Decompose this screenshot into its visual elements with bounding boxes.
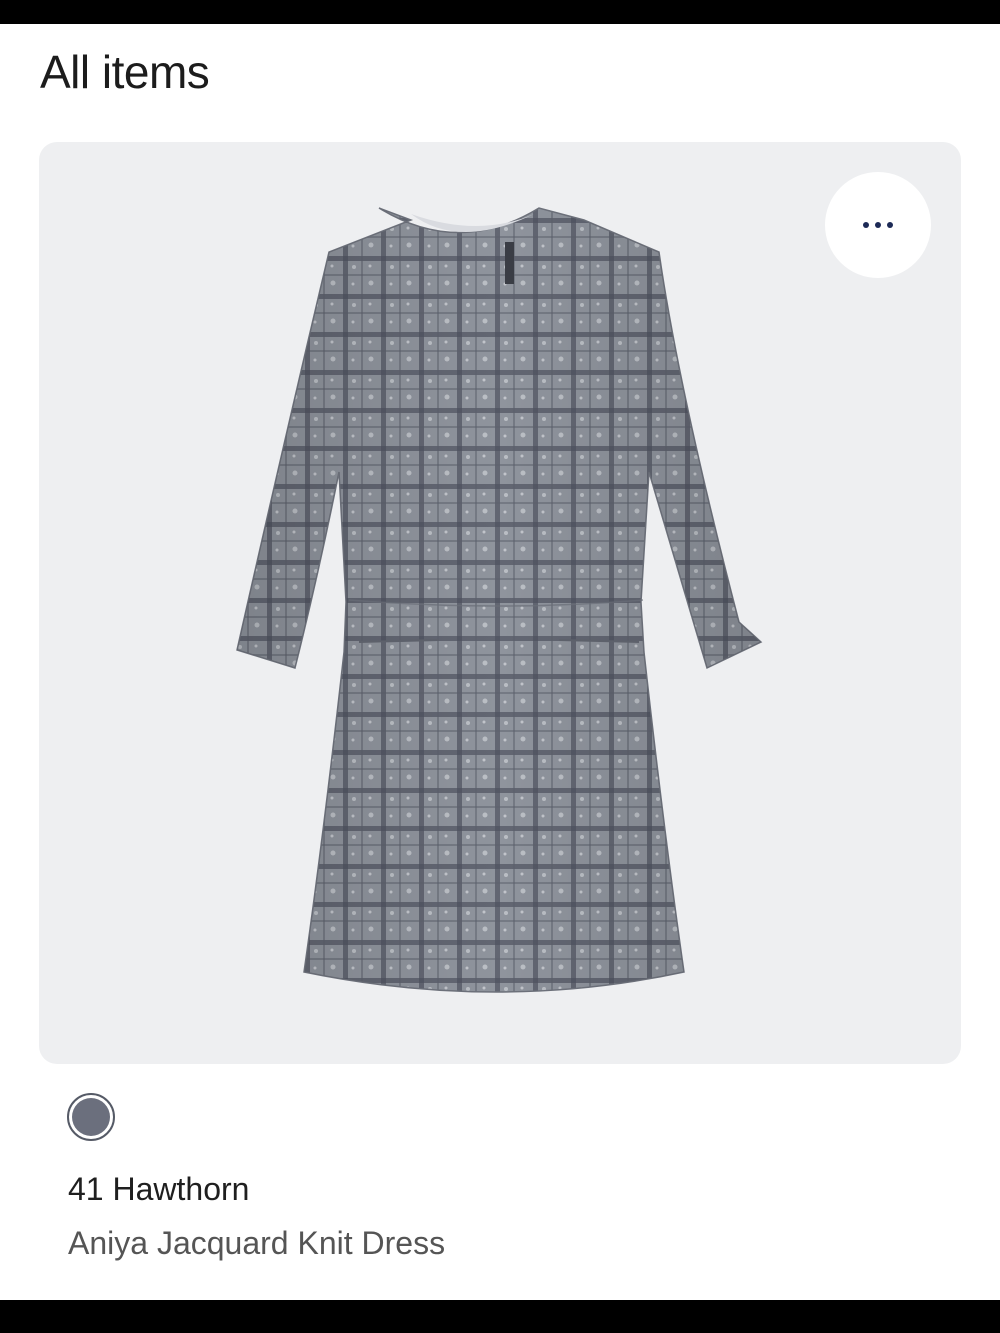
product-image-card[interactable]	[39, 142, 961, 1064]
more-options-button[interactable]	[825, 172, 931, 278]
color-swatch-fill	[72, 1098, 110, 1136]
product-name[interactable]: Aniya Jacquard Knit Dress	[68, 1222, 445, 1264]
color-swatch[interactable]	[67, 1093, 115, 1141]
more-horizontal-icon	[863, 222, 869, 228]
status-bar	[0, 0, 1000, 24]
more-dot	[875, 222, 881, 228]
dress-image	[236, 207, 763, 993]
brand-name: 41 Hawthorn	[68, 1171, 250, 1207]
navigation-bar	[0, 1300, 1000, 1333]
page-title: All items	[40, 46, 210, 98]
more-dot	[887, 222, 893, 228]
